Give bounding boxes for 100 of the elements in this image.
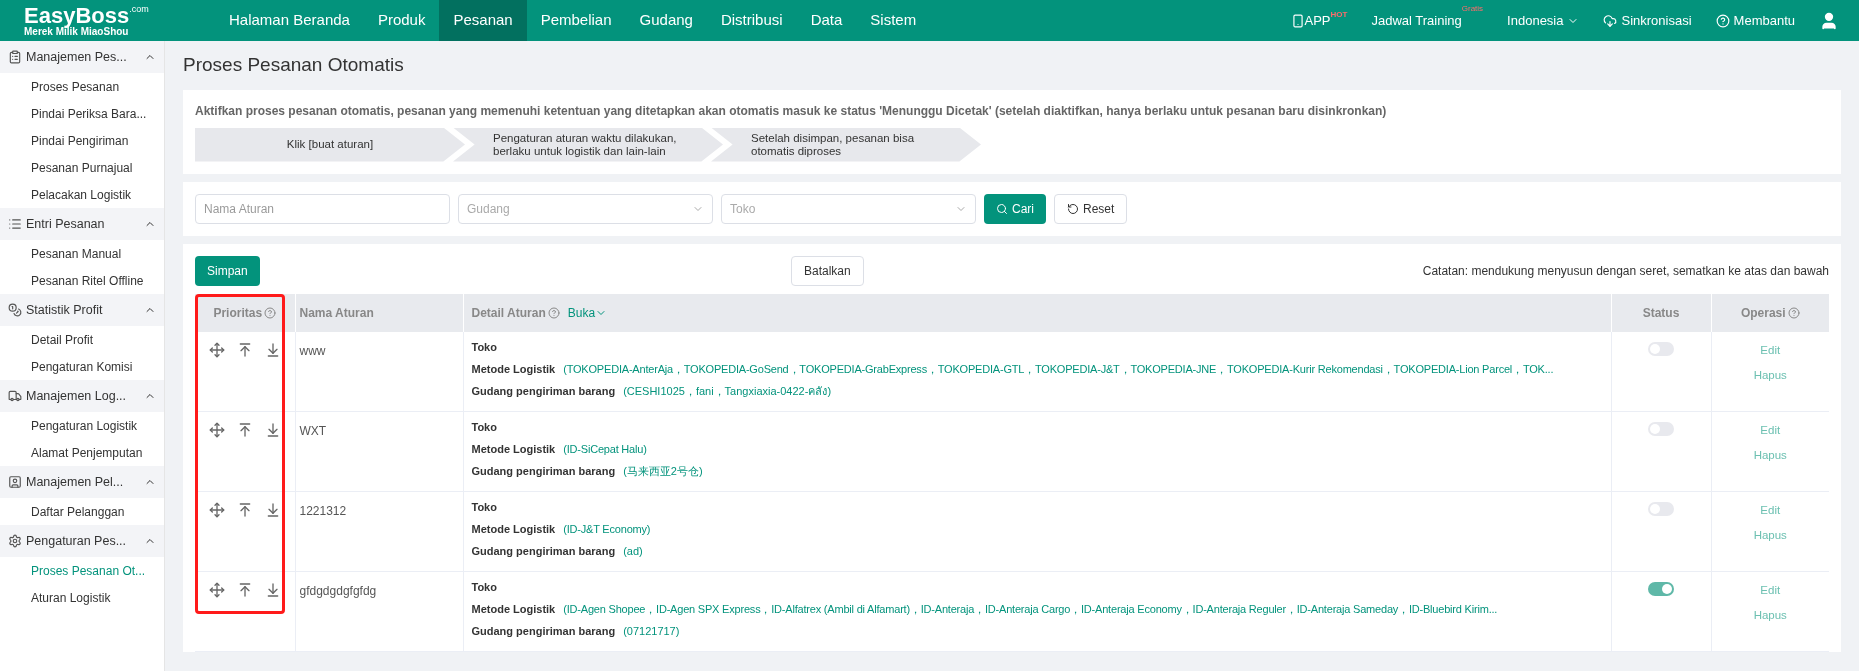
detail-label: Gudang pengiriman barang <box>471 544 616 559</box>
edit-link[interactable]: Edit <box>1760 422 1781 440</box>
brand-suffix: .com <box>129 4 149 14</box>
sidebar-item[interactable]: Alamat Penjemputan <box>0 439 164 466</box>
detail-label: Toko <box>471 339 497 355</box>
detail-label: Gudang pengiriman barang <box>471 464 616 479</box>
column-header: Detail Aturan <box>471 305 546 320</box>
detail-label: Toko <box>471 580 497 595</box>
edit-link[interactable]: Edit <box>1760 582 1781 600</box>
warehouse-value: (07121717) <box>623 624 680 639</box>
sidebar-group[interactable]: Entri Pesanan <box>0 208 164 240</box>
sidebar-item[interactable]: Pengaturan Logistik <box>0 412 164 439</box>
rule-name: www <box>299 343 326 358</box>
sidebar-item[interactable]: Pesanan Manual <box>0 240 164 267</box>
sidebar-item[interactable]: Pengaturan Komisi <box>0 353 164 380</box>
help-icon <box>1787 307 1800 320</box>
sidebar-item[interactable]: Pesanan Ritel Offline <box>0 267 164 294</box>
logistics-value: (ID-Agen Shopee，ID-Agen SPX Express，ID-Alfatrex (Ambil di Alfamart)，ID-Anteraja，ID-Anteraja Cargo，ID-Anteraja Economy，ID-Anteraja Reguler，ID-Anteraja Sameday，ID-Bluebird Kirim... <box>563 602 1498 617</box>
warehouse-value: (CESHI1025，fani，Tangxiaxia-0422-คลัง) <box>623 383 832 399</box>
sync-link[interactable]: Sinkronisasi <box>1621 10 1692 31</box>
nav-tab[interactable]: Data <box>796 0 857 41</box>
sidebar-item[interactable]: Pindai Pengiriman <box>0 127 164 154</box>
detail-label: Metode Logistik <box>471 442 556 457</box>
detail-label: Metode Logistik <box>471 602 556 617</box>
detail-label: Toko <box>471 500 497 515</box>
nav-tab[interactable]: Distribusi <box>706 0 797 41</box>
store-select[interactable]: Toko <box>721 193 976 224</box>
detail-label: Metode Logistik <box>471 361 556 377</box>
column-header: Nama Aturan <box>295 293 463 332</box>
edit-link[interactable]: Edit <box>1760 341 1781 359</box>
language-dropdown[interactable]: Indonesia <box>1507 10 1580 31</box>
status-toggle[interactable] <box>1648 582 1674 596</box>
search-button[interactable]: Cari <box>984 193 1046 224</box>
brand-tagline: Merek Milik MiaoShou <box>24 26 130 37</box>
drag-icon[interactable] <box>208 582 225 598</box>
rule-name: 1221312 <box>299 504 347 518</box>
clipboard-icon <box>8 50 22 64</box>
nav-tab[interactable]: Produk <box>363 0 440 41</box>
search-icon <box>996 202 1008 215</box>
sidebar-item[interactable]: Pindai Periksa Bara... <box>0 100 164 127</box>
column-header: Operasi <box>1740 305 1786 320</box>
drag-note: Catatan: mendukung menyusun dengan seret, sematkan ke atas dan bawah <box>1422 262 1829 280</box>
nav-tab[interactable]: Halaman Beranda <box>215 0 364 41</box>
edit-link[interactable]: Edit <box>1760 502 1781 520</box>
sidebar-item[interactable]: Detail Profit <box>0 326 164 353</box>
sidebar-item[interactable]: Pelacakan Logistik <box>0 181 164 208</box>
nav-tab[interactable]: Pesanan <box>439 0 527 41</box>
sidebar-item[interactable]: Daftar Pelanggan <box>0 498 164 525</box>
expand-link[interactable]: Buka <box>567 303 608 322</box>
delete-link[interactable]: Hapus <box>1753 447 1787 465</box>
page-title: Proses Pesanan Otomatis <box>183 53 405 77</box>
help-icon <box>1715 13 1730 28</box>
warehouse-value: (ad) <box>623 544 643 559</box>
sidebar-group[interactable]: Manajemen Log... <box>0 380 164 412</box>
sidebar-group[interactable]: Statistik Profit <box>0 294 164 326</box>
sidebar-group[interactable]: Pengaturan Pes... <box>0 525 164 557</box>
detail-label: Toko <box>471 420 497 435</box>
rule-name: WXT <box>299 424 327 438</box>
sidebar-item[interactable]: Proses Pesanan Ot... <box>0 557 164 584</box>
sidebar-item[interactable]: Proses Pesanan <box>0 73 164 100</box>
detail-label: Gudang pengiriman barang <box>471 624 616 639</box>
user-icon[interactable] <box>1819 10 1839 31</box>
reset-button[interactable]: Reset <box>1054 193 1128 224</box>
nav-tab[interactable]: Sistem <box>856 0 931 41</box>
logistics-value: (ID-SiCepat Halu) <box>563 442 647 457</box>
truck-icon <box>8 389 22 403</box>
delete-link[interactable]: Hapus <box>1753 527 1787 545</box>
brand-logo: EasyBoss <box>24 4 130 27</box>
sidebar-group[interactable]: Manajemen Pel... <box>0 466 164 498</box>
hot-label: HOT <box>1330 8 1348 19</box>
training-link[interactable]: Jadwal Training <box>1371 10 1462 31</box>
delete-link[interactable]: Hapus <box>1753 366 1787 384</box>
drag-icon[interactable] <box>208 422 225 438</box>
nav-tab[interactable]: Gudang <box>625 0 707 41</box>
drag-icon[interactable] <box>208 341 225 358</box>
sidebar-group[interactable]: Manajemen Pes... <box>0 41 164 73</box>
nav-tab[interactable]: Pembelian <box>526 0 626 41</box>
cancel-button[interactable]: Batalkan <box>791 255 864 286</box>
logistics-value: (ID-J&T Economy) <box>563 522 651 537</box>
sidebar-item[interactable]: Pesanan Purnajual <box>0 154 164 181</box>
drag-icon[interactable] <box>208 502 225 518</box>
app-link[interactable]: APP <box>1304 10 1331 31</box>
gear-icon <box>8 534 22 548</box>
rule-name-field[interactable]: Nama Aturan <box>195 193 450 224</box>
person-card-icon <box>8 475 22 489</box>
coins-icon <box>8 303 22 317</box>
detail-label: Metode Logistik <box>471 522 556 537</box>
list-icon <box>8 217 22 231</box>
column-header: Status <box>1611 293 1711 332</box>
help-icon <box>547 307 560 320</box>
delete-link[interactable]: Hapus <box>1753 607 1787 625</box>
help-icon <box>264 307 277 320</box>
intro-text: Aktifkan proses pesanan otomatis, pesanan yang memenuhi ketentuan yang ditetapkan akan otomatis masuk ke status 'Menunggu Dicetak' (setelah diaktifkan, hanya berlaku untuk pesanan baru disinkronkan) <box>195 102 1388 120</box>
save-button[interactable]: Simpan <box>195 255 260 286</box>
warehouse-select[interactable]: Gudang <box>458 193 713 224</box>
warehouse-value: (马来西亚2号仓) <box>623 464 703 479</box>
cloud-icon <box>1603 13 1618 28</box>
sidebar-item[interactable]: Aturan Logistik <box>0 584 164 611</box>
help-link[interactable]: Membantu <box>1733 10 1795 31</box>
column-header: Prioritas <box>213 305 263 320</box>
